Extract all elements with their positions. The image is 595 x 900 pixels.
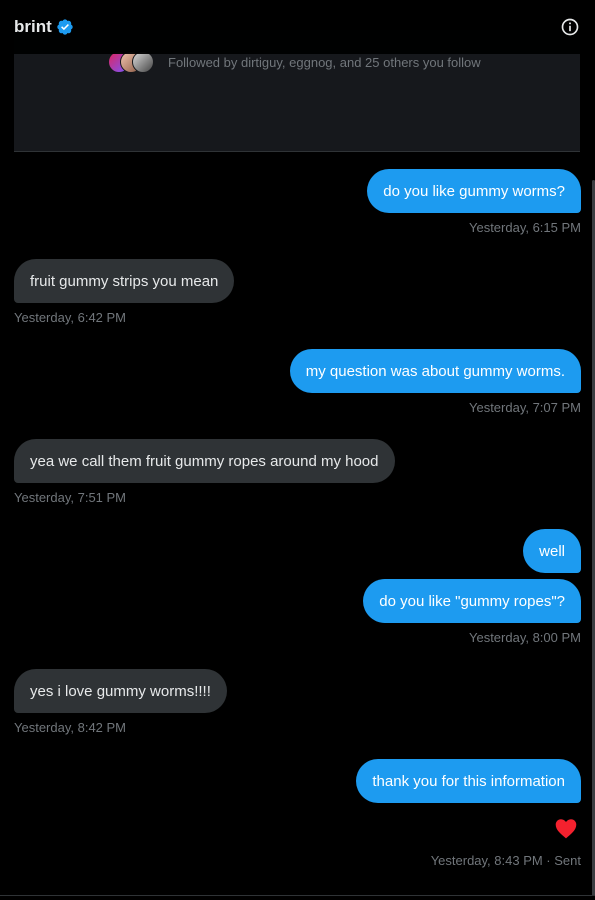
message-timestamp: Yesterday, 7:07 PM <box>468 400 581 415</box>
message-timestamp: Yesterday, 7:51 PM <box>14 490 127 505</box>
message-bubble-received[interactable]: yes i love gummy worms!!!! <box>14 669 227 713</box>
message-bubble-sent[interactable]: well <box>523 529 581 573</box>
followed-by-row[interactable]: Followed by dirtiguy, eggnog, and 25 oth… <box>108 51 481 73</box>
avatar <box>132 51 154 73</box>
info-button[interactable] <box>559 16 581 38</box>
message-timestamp: Yesterday, 6:42 PM <box>14 310 127 325</box>
divider <box>0 895 595 900</box>
conversation-header: brint <box>0 0 595 54</box>
heart-icon <box>555 819 577 839</box>
conversation-title-group[interactable]: brint <box>14 17 74 37</box>
message-timestamp: Yesterday, 8:00 PM <box>468 630 581 645</box>
heart-reaction[interactable] <box>553 815 579 841</box>
conversation-title[interactable]: brint <box>14 17 52 37</box>
message-bubble-sent[interactable]: do you like gummy worms? <box>367 169 581 213</box>
message-bubble-received[interactable]: fruit gummy strips you mean <box>14 259 235 303</box>
message-bubble-sent[interactable]: my question was about gummy worms. <box>289 349 581 393</box>
followed-by-text: Followed by dirtiguy, eggnog, and 25 oth… <box>168 54 481 70</box>
verified-badge-icon <box>56 18 74 36</box>
message-bubble-sent[interactable]: do you like "gummy ropes"? <box>363 579 581 623</box>
message-bubble-sent[interactable]: thank you for this information <box>356 759 581 803</box>
message-bubble-received[interactable]: yea we call them fruit gummy ropes aroun… <box>14 439 395 483</box>
message-timestamp-sent: Yesterday, 8:43 PM · Sent <box>430 853 581 868</box>
message-timestamp: Yesterday, 8:42 PM <box>14 720 127 735</box>
message-timestamp: Yesterday, 6:15 PM <box>468 220 581 235</box>
follower-avatars <box>108 51 156 73</box>
info-icon <box>561 18 579 36</box>
